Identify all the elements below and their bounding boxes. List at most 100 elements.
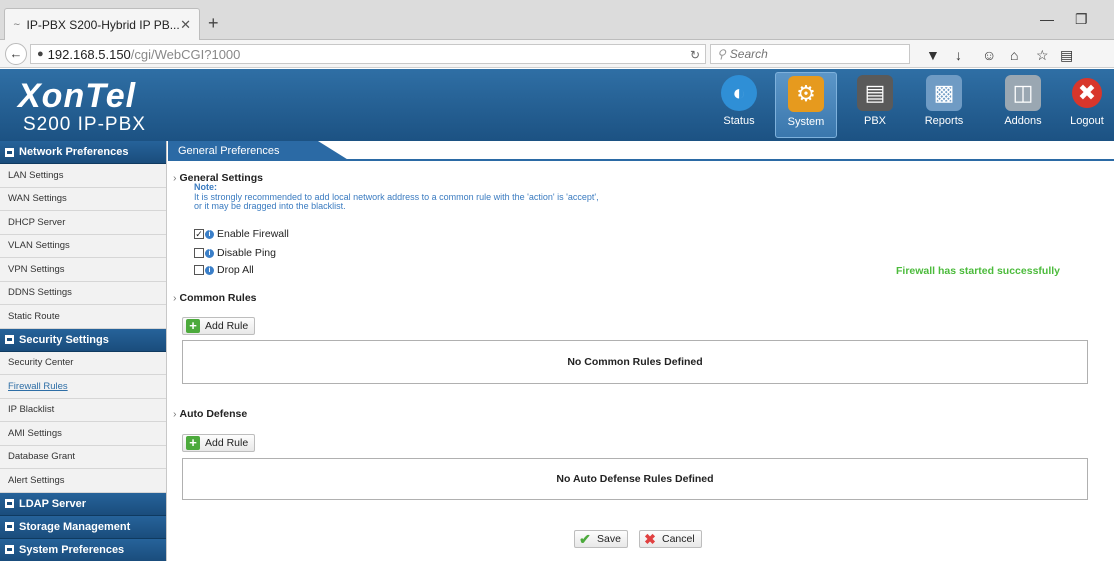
new-tab-icon[interactable]: + [208,13,219,34]
enable-firewall-option: ✓ i Enable Firewall [194,228,289,240]
module-logout[interactable]: ✖ Logout [1058,72,1114,138]
sidebar-item-security-center[interactable]: Security Center [0,351,166,375]
page-title: General Preferences [168,141,350,161]
reading-list-icon[interactable]: ▤ [1060,47,1073,64]
sidebar-item-database-grant[interactable]: Database Grant [0,445,166,469]
page-title-bar: General Preferences [168,141,1114,161]
sidebar-item-lan[interactable]: LAN Settings [0,164,166,188]
url-host: 192.168.5.150 [47,46,131,62]
checkmark-icon: ✔ [579,531,591,547]
firewall-note: Note: It is strongly recommended to add … [194,182,599,212]
sidebar-item-dhcp[interactable]: DHCP Server [0,211,166,235]
pocket-icon[interactable]: ▼ [926,47,940,63]
module-system-label: System [787,116,825,128]
download-icon[interactable]: ↓ [955,47,962,63]
sidebar-section-label: Storage Management [19,520,131,533]
sidebar-item-vpn[interactable]: VPN Settings [0,258,166,282]
disable-ping-checkbox[interactable] [194,248,204,258]
minimize-icon[interactable]: — [1040,11,1054,27]
expand-icon [5,545,14,554]
common-rules-heading: Common Rules [173,292,257,304]
back-arrow-icon[interactable]: ← [5,43,27,65]
collapse-icon [5,335,14,344]
common-rules-table: No Common Rules Defined [182,340,1088,384]
sidebar-item-wan[interactable]: WAN Settings [0,187,166,211]
site-info-icon[interactable]: ● [37,48,44,60]
sidebar-section-system-preferences[interactable]: System Preferences [0,538,166,561]
save-button[interactable]: ✔ Save [574,530,628,548]
search-box[interactable]: ⚲ [710,44,910,64]
sidebar-item-alert-settings[interactable]: Alert Settings [0,469,166,493]
auto-defense-rules-table: No Auto Defense Rules Defined [182,458,1088,500]
auto-defense-heading: Auto Defense [173,408,248,420]
info-icon: i [205,265,214,275]
system-icon: ⚙ [788,76,824,112]
drop-all-checkbox[interactable] [194,265,204,275]
sidebar-section-security[interactable]: Security Settings [0,328,166,352]
collapse-icon [5,147,14,157]
restore-window-icon[interactable]: ❐ [1075,11,1088,28]
add-auto-defense-rule-button[interactable]: + Add Rule [182,434,256,452]
add-icon: + [186,319,200,333]
cancel-label: Cancel [662,533,695,545]
sidebar-item-ddns[interactable]: DDNS Settings [0,281,166,305]
search-icon: ⚲ [717,47,726,61]
browser-nav-bar: ← ● 192.168.5.150/cgi/WebCGI?1000 ↻ ⚲ [0,40,1114,68]
sidebar: Network Preferences LAN Settings WAN Set… [0,141,167,561]
brand-logo: XonTel S200 IP-PBX [18,77,146,135]
address-bar[interactable]: ● 192.168.5.150/cgi/WebCGI?1000 [30,44,706,64]
module-reports[interactable]: ▩ Reports [913,72,975,138]
sidebar-section-label: System Preferences [19,543,125,556]
module-pbx[interactable]: ▤ PBX [844,72,906,138]
brand-model: S200 IP-PBX [23,114,146,135]
reports-icon: ▩ [926,75,962,111]
cancel-x-icon: ✖ [644,531,656,547]
logout-icon: ✖ [1072,78,1102,108]
expand-icon [5,499,14,508]
add-common-rule-label: Add Rule [205,320,249,332]
module-status[interactable]: ◐ Status [708,72,770,138]
bookmark-star-icon[interactable]: ☆ [1036,47,1049,64]
enable-firewall-label: Enable Firewall [217,228,289,240]
account-icon[interactable]: ☺ [982,47,996,63]
browser-tab-bar: ∼ IP-PBX S200-Hybrid IP PB... ✕ + — ❐ [0,0,1114,40]
common-rules-empty-message: No Common Rules Defined [567,356,703,368]
expand-icon [5,522,14,531]
main-content: General Preferences General Settings Not… [168,141,1114,561]
add-auto-defense-rule-label: Add Rule [205,437,249,449]
url-path: /cgi/WebCGI?1000 [130,46,241,62]
note-line-2: or it may be dragged into the blacklist. [194,201,346,211]
sidebar-item-ip-blacklist[interactable]: IP Blacklist [0,398,166,422]
sidebar-section-label: Security Settings [19,333,109,346]
module-pbx-label: PBX [863,115,886,127]
sidebar-item-ami-settings[interactable]: AMI Settings [0,422,166,446]
brand-name: XonTel [18,77,137,115]
reload-icon[interactable]: ↻ [690,48,700,62]
firewall-status-message: Firewall has started successfully [896,265,1060,277]
status-icon: ◐ [721,75,757,111]
sidebar-section-network[interactable]: Network Preferences [0,141,166,164]
disable-ping-option: i Disable Ping [194,247,276,259]
site-favicon-icon: ∼ [13,19,21,29]
search-input[interactable] [729,47,880,61]
enable-firewall-checkbox[interactable]: ✓ [194,229,204,239]
sidebar-item-firewall-rules[interactable]: Firewall Rules [0,375,166,399]
addons-icon: ◫ [1005,75,1041,111]
browser-tab[interactable]: ∼ IP-PBX S200-Hybrid IP PB... ✕ [4,8,200,40]
module-addons[interactable]: ◫ Addons [992,72,1054,138]
module-status-label: Status [723,115,755,127]
auto-defense-empty-message: No Auto Defense Rules Defined [556,473,714,485]
close-tab-icon[interactable]: ✕ [180,17,191,33]
module-addons-label: Addons [1004,115,1042,127]
disable-ping-label: Disable Ping [217,247,276,259]
sidebar-item-static-route[interactable]: Static Route [0,305,166,329]
sidebar-item-vlan[interactable]: VLAN Settings [0,234,166,258]
module-system[interactable]: ⚙ System [775,72,837,138]
home-icon[interactable]: ⌂ [1010,47,1018,63]
info-icon: i [205,229,214,239]
sidebar-section-ldap[interactable]: LDAP Server [0,492,166,516]
sidebar-section-storage[interactable]: Storage Management [0,515,166,539]
cancel-button[interactable]: ✖ Cancel [639,530,702,548]
sidebar-section-label: Network Preferences [19,146,129,158]
add-common-rule-button[interactable]: + Add Rule [182,317,256,335]
